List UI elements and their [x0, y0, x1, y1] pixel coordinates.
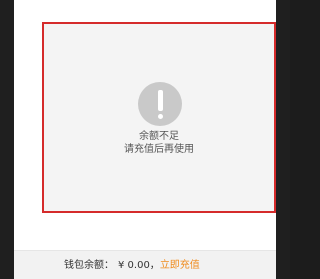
background-overlay-right	[276, 0, 290, 279]
wallet-balance-label: 钱包余额：	[64, 260, 114, 271]
exclamation-icon	[138, 82, 182, 126]
recharge-now-link[interactable]: 立即充值	[160, 260, 200, 271]
alert-panel: 余额不足 请充值后再使用	[42, 22, 276, 213]
background-overlay-left	[0, 0, 14, 279]
insufficient-balance-dialog: 余额不足 请充值后再使用 钱包余额： ¥ 0.00，立即充值	[14, 0, 276, 279]
exclamation-dot	[157, 114, 163, 119]
wallet-balance-row: 钱包余额： ¥ 0.00，立即充值	[64, 259, 200, 272]
wallet-balance-amount: ¥ 0.00，	[118, 260, 160, 271]
wallet-footer: 钱包余额： ¥ 0.00，立即充值	[14, 250, 276, 279]
recharge-prompt-text: 请充值后再使用	[124, 144, 194, 155]
exclamation-bar	[157, 90, 163, 111]
insufficient-balance-text: 余额不足	[139, 131, 179, 142]
